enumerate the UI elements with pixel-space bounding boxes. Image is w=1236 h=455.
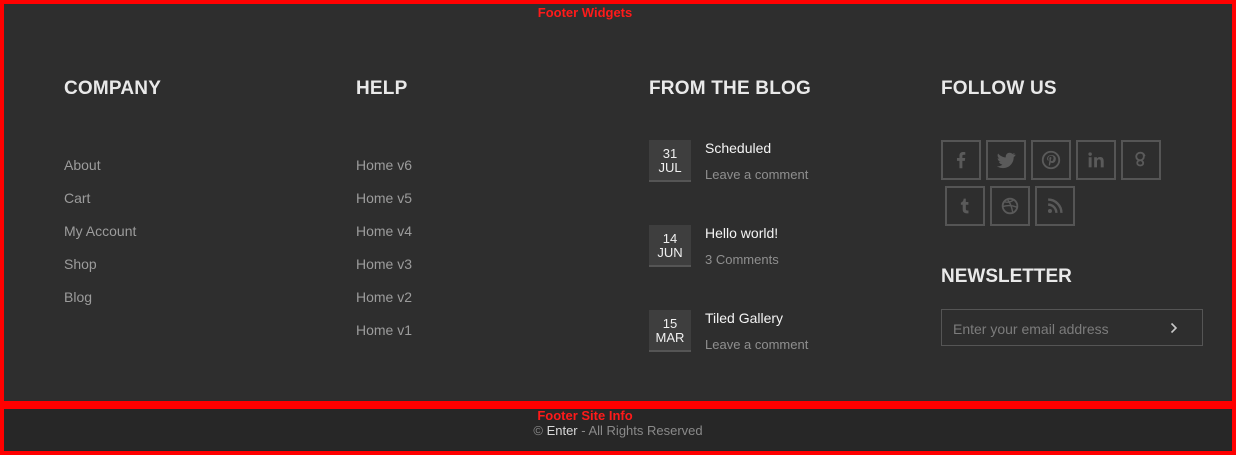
post-month: MAR: [655, 330, 685, 345]
follow-column: FOLLOW US NEWSLETTER Enter your email ad…: [941, 78, 1203, 346]
blog-title: FROM THE BLOG: [649, 78, 811, 99]
post-day: 15: [662, 316, 678, 331]
rights-reserved-text: - All Rights Reserved: [581, 423, 703, 438]
rss-icon[interactable]: [1035, 186, 1075, 226]
post-title-link[interactable]: Scheduled: [705, 140, 771, 156]
site-brand-link[interactable]: Enter: [547, 423, 578, 438]
footer-widgets: Footer Widgets COMPANY About Cart My Acc…: [0, 0, 1236, 405]
footer-widgets-label: Footer Widgets: [537, 5, 633, 20]
link-home-v3[interactable]: Home v3: [356, 255, 412, 288]
dribbble-icon[interactable]: [990, 186, 1030, 226]
link-home-v6[interactable]: Home v6: [356, 156, 412, 189]
blog-post: 31 JUL Scheduled Leave a comment: [649, 140, 869, 184]
link-home-v2[interactable]: Home v2: [356, 288, 412, 321]
link-my-account[interactable]: My Account: [64, 222, 161, 255]
post-comments-link[interactable]: 3 Comments: [705, 252, 779, 267]
post-month: JUL: [658, 160, 682, 175]
link-home-v5[interactable]: Home v5: [356, 189, 412, 222]
newsletter-email-input[interactable]: [951, 318, 1155, 340]
pinterest-icon[interactable]: [1031, 140, 1071, 180]
link-cart[interactable]: Cart: [64, 189, 161, 222]
post-comments-link[interactable]: Leave a comment: [705, 337, 808, 352]
post-date-badge: 14 JUN: [649, 225, 691, 267]
tumblr-icon[interactable]: [945, 186, 985, 226]
company-title: COMPANY: [64, 78, 162, 99]
link-home-v1[interactable]: Home v1: [356, 321, 412, 354]
copyright-text: © Enter - All Rights Reserved: [4, 423, 1232, 438]
blog-post: 14 JUN Hello world! 3 Comments: [649, 225, 869, 269]
help-title: HELP: [356, 78, 408, 99]
copyright-symbol: ©: [533, 423, 543, 438]
newsletter-form: [941, 309, 1203, 346]
post-day: 14: [662, 231, 678, 246]
post-day: 31: [662, 146, 678, 161]
link-about[interactable]: About: [64, 156, 161, 189]
post-title-link[interactable]: Hello world!: [705, 225, 778, 241]
blog-post: 15 MAR Tiled Gallery Leave a comment: [649, 310, 869, 354]
google-plus-icon[interactable]: [1121, 140, 1161, 180]
help-links: Home v6 Home v5 Home v4 Home v3 Home v2 …: [356, 156, 412, 354]
post-month: JUN: [657, 245, 683, 260]
link-home-v4[interactable]: Home v4: [356, 222, 412, 255]
help-column: HELP Home v6 Home v5 Home v4 Home v3 Hom…: [356, 78, 412, 354]
linkedin-icon[interactable]: [1076, 140, 1116, 180]
company-column: COMPANY About Cart My Account Shop Blog: [64, 78, 161, 321]
post-comments-link[interactable]: Leave a comment: [705, 167, 808, 182]
link-blog[interactable]: Blog: [64, 288, 161, 321]
footer-site-info-label: Footer Site Info: [537, 408, 633, 423]
post-title-link[interactable]: Tiled Gallery: [705, 310, 783, 326]
footer-site-info: Footer Site Info © Enter - All Rights Re…: [0, 405, 1236, 455]
chevron-right-icon[interactable]: [1166, 320, 1182, 336]
newsletter-title: NEWSLETTER: [941, 266, 1072, 287]
post-date-badge: 15 MAR: [649, 310, 691, 352]
company-links: About Cart My Account Shop Blog: [64, 156, 161, 321]
blog-column: FROM THE BLOG 31 JUL Scheduled Leave a c…: [649, 78, 811, 352]
follow-title: FOLLOW US: [941, 78, 1057, 99]
link-shop[interactable]: Shop: [64, 255, 161, 288]
post-date-badge: 31 JUL: [649, 140, 691, 182]
twitter-icon[interactable]: [986, 140, 1026, 180]
facebook-icon[interactable]: [941, 140, 981, 180]
